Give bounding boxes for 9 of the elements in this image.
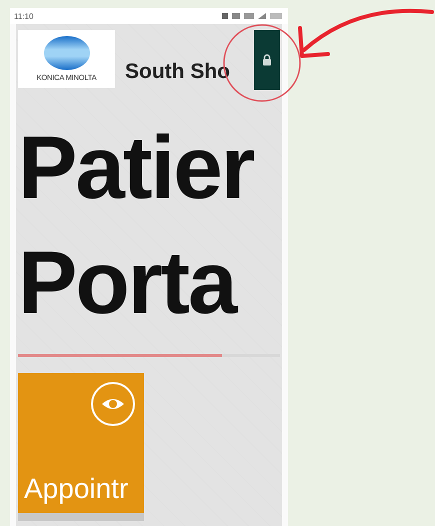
lock-icon (262, 54, 272, 66)
status-icons (222, 12, 282, 20)
eye-icon (90, 381, 136, 427)
status-time: 11:10 (14, 12, 34, 20)
lock-button[interactable] (254, 30, 280, 90)
appointments-tile[interactable]: Appointr (18, 373, 144, 521)
page-heading: Porta (18, 231, 236, 334)
page-heading: Patier (18, 116, 254, 219)
globe-icon (44, 36, 90, 70)
